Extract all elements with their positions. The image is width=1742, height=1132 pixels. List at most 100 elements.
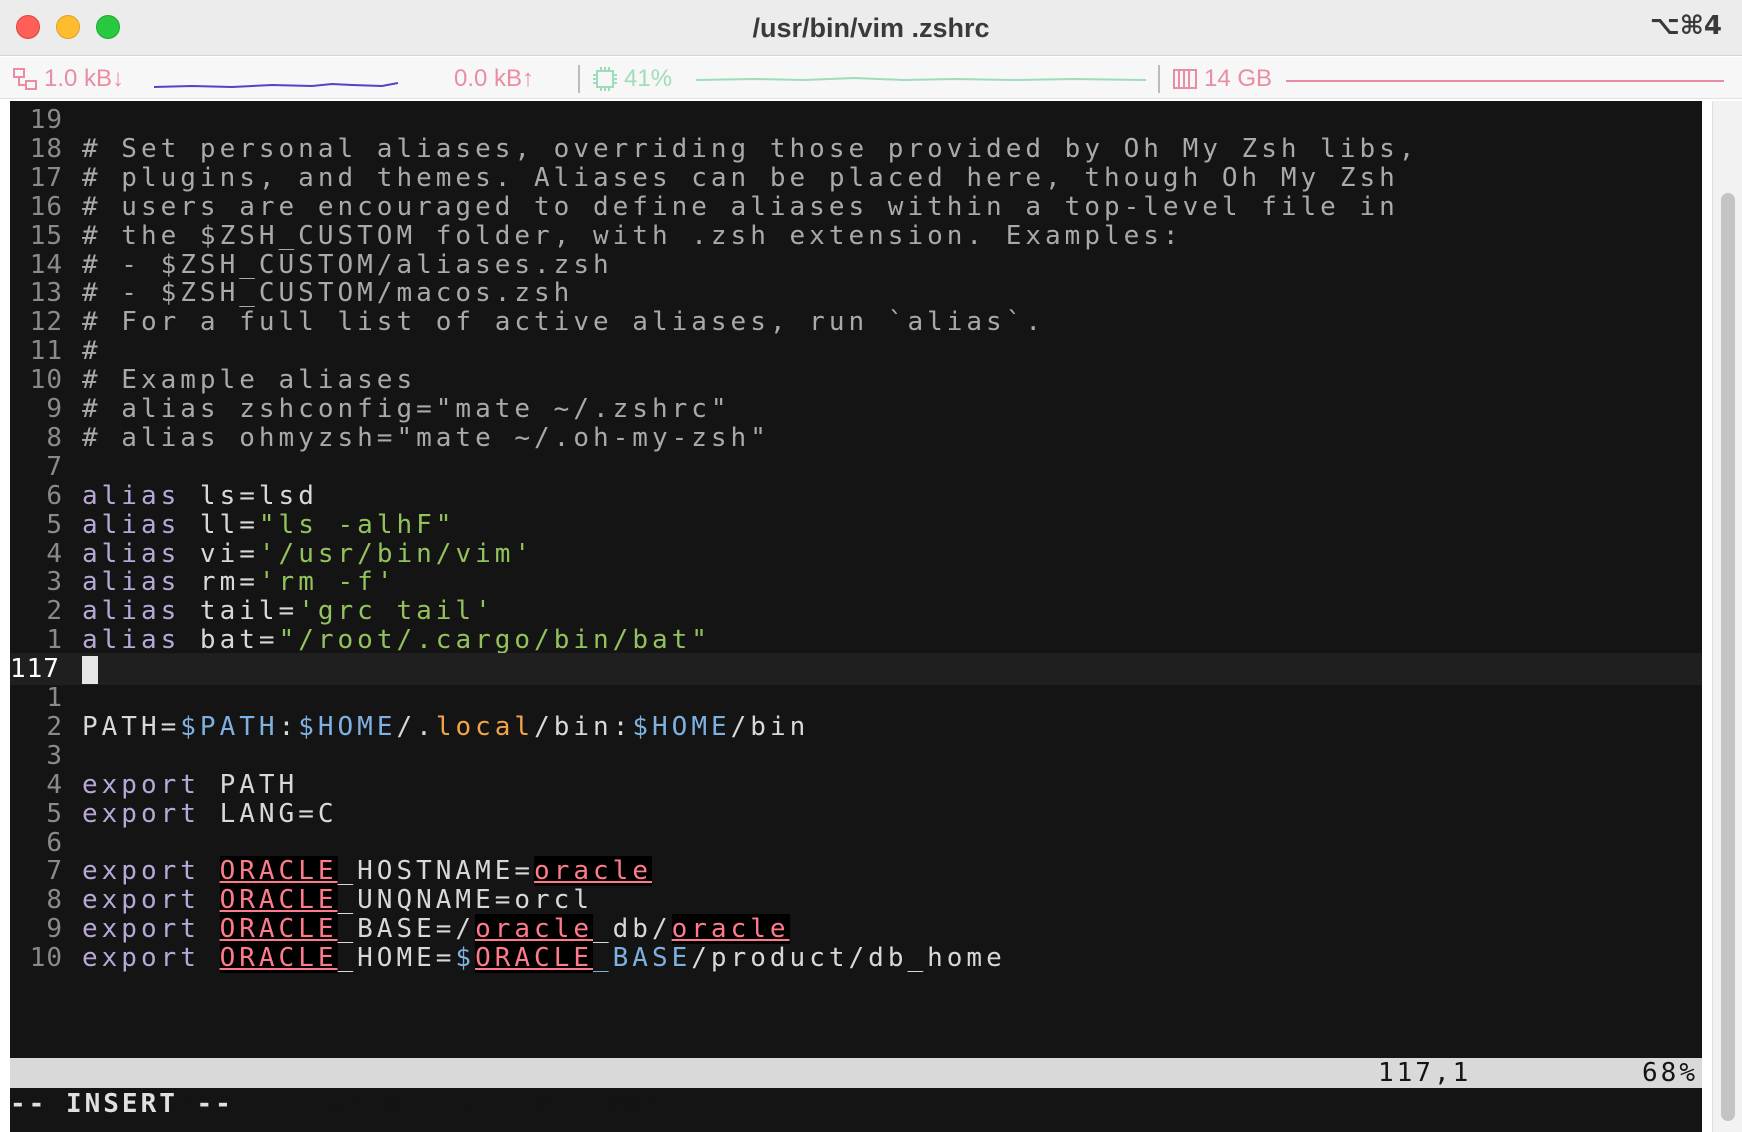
line-number: 1 bbox=[46, 625, 63, 656]
line-number: 12 bbox=[29, 307, 63, 338]
cpu-percent: 41% bbox=[624, 65, 673, 92]
code-token: /. bbox=[396, 711, 436, 742]
code-token: oracle bbox=[534, 856, 652, 887]
code-token: alias bbox=[82, 567, 181, 598]
code-token: _HOSTNAME= bbox=[337, 856, 535, 887]
network-icon bbox=[13, 68, 37, 90]
code-line[interactable]: 18 # Set personal aliases, overriding tho… bbox=[10, 133, 1702, 165]
text-cursor bbox=[82, 655, 98, 684]
code-token: PATH bbox=[199, 769, 299, 800]
code-token: PATH= bbox=[82, 711, 181, 742]
status-separator bbox=[578, 65, 580, 93]
code-token: 'grc tail' bbox=[298, 596, 495, 627]
code-line[interactable]: 1 bbox=[10, 682, 1702, 714]
window-shortcut: ⌥⌘4 bbox=[1649, 11, 1722, 41]
code-line[interactable]: 5 alias ll="ls -alhF" bbox=[10, 509, 1702, 541]
cpu-icon bbox=[593, 67, 617, 91]
code-token: # users are encouraged to define aliases… bbox=[82, 191, 1399, 222]
code-line[interactable]: 1 alias bat="/root/.cargo/bin/bat" bbox=[10, 624, 1702, 656]
code-token: export bbox=[82, 769, 200, 800]
code-token: "/root/.cargo/bin/bat" bbox=[278, 625, 711, 656]
line-number: 3 bbox=[46, 740, 63, 771]
code-token: '/usr/bin/vim' bbox=[258, 538, 535, 569]
scrollbar-thumb[interactable] bbox=[1721, 193, 1735, 1121]
code-line[interactable]: 10 # Example aliases bbox=[10, 364, 1702, 396]
code-token: # - $ZSH_CUSTOM/macos.zsh bbox=[82, 278, 574, 309]
current-line[interactable]: 117 bbox=[10, 653, 1702, 686]
code-line[interactable]: 19 bbox=[10, 104, 1702, 136]
download-rate: 1.0 kB↓ bbox=[44, 65, 125, 92]
code-token: $HOME bbox=[632, 711, 731, 742]
code-line[interactable]: 11 # bbox=[10, 335, 1702, 367]
line-number: 9 bbox=[46, 394, 63, 424]
upload-rate: 0.0 kB↑ bbox=[454, 65, 535, 92]
code-token: _HOME= bbox=[337, 943, 456, 974]
code-line[interactable]: 2 PATH=$PATH:$HOME/.local/bin:$HOME/bin bbox=[10, 711, 1702, 743]
code-token: 'rm -f' bbox=[258, 567, 397, 598]
code-line[interactable]: 2 alias tail='grc tail' bbox=[10, 595, 1702, 627]
code-token: local bbox=[435, 711, 535, 742]
code-token: ORACLE bbox=[475, 943, 593, 974]
system-status-bar: 1.0 kB↓ 0.0 kB↑ 41% 14 GB bbox=[0, 57, 1742, 99]
code-token: alias bbox=[82, 538, 181, 569]
code-line[interactable]: 6 bbox=[10, 827, 1702, 859]
network-graph bbox=[153, 82, 399, 89]
code-line[interactable]: 12 # For a full list of active aliases, r… bbox=[10, 306, 1702, 338]
line-number: 117 bbox=[10, 654, 60, 685]
code-line[interactable]: 10 export ORACLE_HOME=$ORACLE_BASE/produc… bbox=[10, 942, 1702, 974]
code-token: ORACLE bbox=[219, 885, 338, 916]
memory-icon bbox=[1173, 69, 1197, 89]
code-token: # the $ZSH_CUSTOM folder, with .zsh exte… bbox=[82, 220, 1183, 251]
code-token: ORACLE bbox=[219, 914, 338, 945]
line-number: 9 bbox=[46, 914, 63, 945]
code-line[interactable]: 4 alias vi='/usr/bin/vim' bbox=[10, 538, 1702, 570]
statusline-percent: 68% bbox=[1642, 1058, 1698, 1088]
code-token: export bbox=[82, 885, 200, 916]
code-token: alias bbox=[82, 509, 181, 540]
code-token: /bin: bbox=[534, 711, 633, 742]
line-number: 10 bbox=[29, 365, 63, 396]
line-number: 4 bbox=[46, 538, 63, 569]
line-number: 14 bbox=[29, 249, 63, 280]
code-line[interactable]: 4 export PATH bbox=[10, 769, 1702, 801]
code-line[interactable]: 6 alias ls=lsd bbox=[10, 480, 1702, 512]
line-number: 19 bbox=[29, 105, 63, 135]
vim-statusline: ~/.zshrc[+] [unix] [utf-8] [zsh] 117,1 6… bbox=[10, 1058, 1702, 1118]
code-line[interactable]: 17 # plugins, and themes. Aliases can be … bbox=[10, 162, 1702, 194]
code-token: oracle bbox=[475, 914, 593, 945]
line-number: 15 bbox=[29, 220, 63, 251]
line-number: 13 bbox=[29, 278, 63, 309]
code-line[interactable]: 16 # users are encouraged to define alias… bbox=[10, 191, 1702, 223]
line-number: 2 bbox=[46, 596, 63, 627]
code-token: alias bbox=[82, 480, 181, 511]
code-line[interactable]: 9 export ORACLE_BASE=/oracle_db/oracle bbox=[10, 913, 1702, 945]
code-token: vi= bbox=[180, 538, 259, 569]
code-line[interactable]: 14 # - $ZSH_CUSTOM/aliases.zsh bbox=[10, 249, 1702, 281]
code-line[interactable]: 3 alias rm='rm -f' bbox=[10, 566, 1702, 598]
code-line[interactable]: 13 # - $ZSH_CUSTOM/macos.zsh bbox=[10, 277, 1702, 309]
code-line[interactable]: 8 export ORACLE_UNQNAME=orcl bbox=[10, 884, 1702, 916]
code-line[interactable]: 9 # alias zshconfig="mate ~/.zshrc" bbox=[10, 393, 1702, 425]
line-number: 6 bbox=[46, 827, 63, 858]
code-token: ls=lsd bbox=[180, 480, 318, 511]
code-line[interactable]: 7 export ORACLE_HOSTNAME=oracle bbox=[10, 855, 1702, 887]
code-token: export bbox=[82, 856, 200, 887]
code-line[interactable]: 5 export LANG=C bbox=[10, 798, 1702, 830]
code-token: alias bbox=[82, 625, 181, 656]
code-token: alias bbox=[82, 596, 181, 627]
line-number: 5 bbox=[46, 798, 63, 829]
vertical-scrollbar[interactable] bbox=[1712, 101, 1742, 1132]
terminal-editor[interactable]: 19 18 # Set personal aliases, overriding t… bbox=[10, 101, 1702, 1132]
code-line[interactable]: 15 # the $ZSH_CUSTOM folder, with .zsh ex… bbox=[10, 220, 1702, 252]
line-number: 17 bbox=[29, 162, 63, 193]
code-token: # plugins, and themes. Aliases can be pl… bbox=[82, 162, 1399, 193]
vim-mode-indicator: -- INSERT -- bbox=[10, 1089, 234, 1119]
cpu-graph bbox=[695, 76, 1147, 82]
code-line[interactable]: 3 bbox=[10, 740, 1702, 772]
statusline-position: 117,1 bbox=[1378, 1058, 1472, 1088]
line-number: 3 bbox=[46, 567, 63, 598]
code-line[interactable]: 8 # alias ohmyzsh="mate ~/.oh-my-zsh" bbox=[10, 422, 1702, 454]
line-number: 7 bbox=[46, 856, 63, 887]
code-line[interactable]: 7 bbox=[10, 451, 1702, 483]
